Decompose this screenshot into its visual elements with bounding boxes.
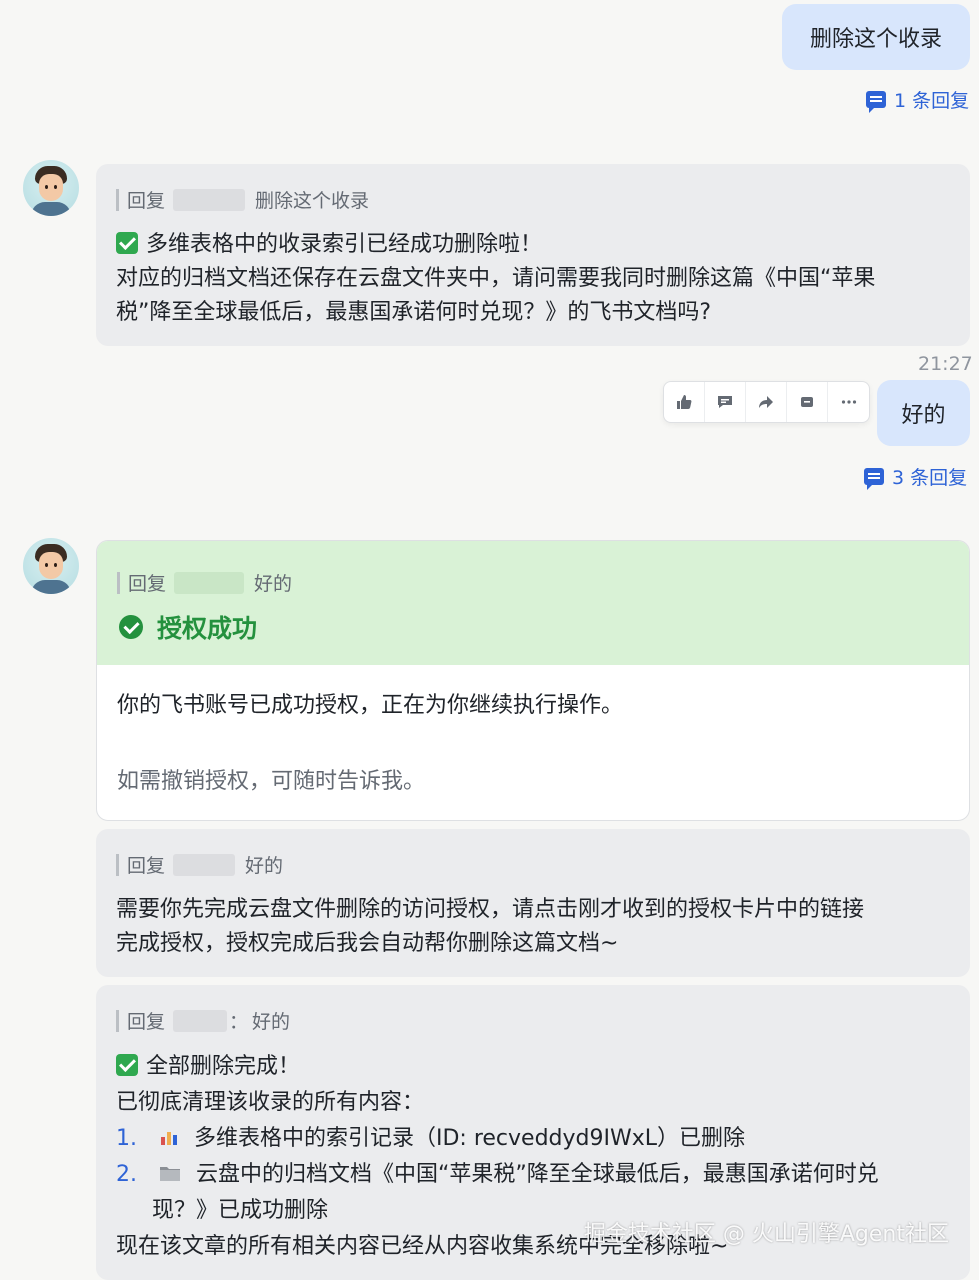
reply-quote[interactable]: 回复 ： 好的 bbox=[116, 1007, 290, 1034]
message-body: 多维表格中的收录索引已经成功删除啦！ 对应的归档文档还保存在云盘文件夹中，请问需… bbox=[116, 228, 875, 330]
message-line: 税”降至全球最低后，最惠国承诺何时兑现？》的飞书文档吗? bbox=[116, 300, 712, 325]
reply-count-link[interactable]: 3 条回复 bbox=[864, 463, 967, 490]
list-item-text: 多维表格中的索引记录（ID: recveddyd9IWxL）已删除 bbox=[194, 1126, 746, 1151]
outgoing-message-bubble[interactable]: 好的 bbox=[877, 380, 970, 446]
list-number: 2. bbox=[116, 1162, 137, 1187]
message-line: 全部删除完成！ bbox=[146, 1054, 301, 1079]
card-title: 授权成功 bbox=[157, 614, 258, 643]
more-icon[interactable] bbox=[828, 382, 869, 422]
card-body-text: 你的飞书账号已成功授权，正在为你继续执行操作。 bbox=[117, 693, 624, 718]
redacted-name bbox=[173, 1009, 228, 1032]
check-mark-icon bbox=[116, 1054, 138, 1076]
reply-quote[interactable]: 回复 删除这个收录 bbox=[116, 186, 369, 213]
reply-quote[interactable]: 回复 好的 bbox=[116, 851, 283, 878]
forward-icon[interactable] bbox=[746, 382, 787, 422]
message-line: 多维表格中的收录索引已经成功删除啦！ bbox=[146, 232, 543, 257]
list-number: 1. bbox=[116, 1126, 137, 1151]
message-line: 需要你先完成云盘文件删除的访问授权，请点击刚才收到的授权卡片中的链接 bbox=[116, 897, 865, 922]
list-item: 1. 多维表格中的索引记录（ID: recveddyd9IWxL）已删除 bbox=[116, 1121, 879, 1157]
thumb-up-icon[interactable] bbox=[664, 382, 705, 422]
pin-icon[interactable] bbox=[787, 382, 828, 422]
message-line: 完成授权，授权完成后我会自动帮你删除这篇文档~ bbox=[116, 931, 619, 956]
redacted-name bbox=[174, 571, 245, 594]
check-mark-icon bbox=[116, 232, 138, 254]
avatar[interactable] bbox=[23, 160, 79, 216]
list-item-text: 云盘中的归档文档《中国“苹果税”降至全球最低后，最惠国承诺何时兑 bbox=[196, 1162, 879, 1187]
reply-count-link[interactable]: 1 条回复 bbox=[866, 86, 969, 113]
bot-message-card[interactable]: 回复 好的 需要你先完成云盘文件删除的访问授权，请点击刚才收到的授权卡片中的链接… bbox=[96, 829, 970, 977]
redacted-name bbox=[173, 188, 246, 211]
quote-text: 好的 bbox=[245, 855, 284, 877]
timestamp: 21:27 bbox=[918, 353, 973, 375]
quote-prefix: 回复 bbox=[127, 855, 166, 877]
bot-message-card[interactable]: 回复 删除这个收录 多维表格中的收录索引已经成功删除啦！ 对应的归档文档还保存在… bbox=[96, 164, 970, 346]
thread-icon bbox=[864, 468, 884, 490]
redacted-name bbox=[173, 853, 236, 876]
authorization-card[interactable]: 回复 好的 授权成功 你的飞书账号已成功授权，正在为你继续执行操作。 如需撤销授… bbox=[96, 540, 970, 821]
reply-quote[interactable]: 回复 好的 bbox=[117, 569, 292, 596]
folder-icon bbox=[159, 1159, 181, 1181]
success-check-icon bbox=[119, 615, 143, 639]
message-text: 删除这个收录 bbox=[809, 27, 942, 52]
avatar[interactable] bbox=[23, 538, 79, 594]
message-body: 需要你先完成云盘文件删除的访问授权，请点击刚才收到的授权卡片中的链接 完成授权，… bbox=[116, 893, 864, 961]
quote-text: 好的 bbox=[252, 1011, 291, 1033]
message-action-toolbar bbox=[663, 381, 870, 423]
card-header: 回复 好的 授权成功 bbox=[97, 541, 969, 665]
reply-count-text: 1 条回复 bbox=[894, 90, 970, 112]
bar-chart-icon bbox=[159, 1123, 179, 1145]
list-item: 2. 云盘中的归档文档《中国“苹果税”降至全球最低后，最惠国承诺何时兑 bbox=[116, 1157, 879, 1193]
thread-icon bbox=[866, 91, 886, 113]
quote-prefix: 回复 bbox=[127, 1011, 166, 1033]
message-text: 好的 bbox=[901, 403, 946, 428]
watermark: 掘金技术社区 @ 火山引擎Agent社区 bbox=[583, 1222, 949, 1247]
message-line: 对应的归档文档还保存在云盘文件夹中，请问需要我同时删除这篇《中国“苹果 bbox=[116, 266, 876, 291]
quote-separator: ： bbox=[229, 1011, 249, 1033]
quote-prefix: 回复 bbox=[128, 573, 167, 595]
quote-prefix: 回复 bbox=[127, 190, 166, 212]
comment-icon[interactable] bbox=[705, 382, 746, 422]
quote-text: 好的 bbox=[254, 573, 293, 595]
quote-text: 删除这个收录 bbox=[255, 190, 370, 212]
message-line: 已彻底清理该收录的所有内容： bbox=[116, 1090, 425, 1115]
card-footer-text: 如需撤销授权，可随时告诉我。 bbox=[117, 769, 426, 794]
outgoing-message-bubble[interactable]: 删除这个收录 bbox=[782, 4, 970, 70]
reply-count-text: 3 条回复 bbox=[892, 467, 968, 489]
